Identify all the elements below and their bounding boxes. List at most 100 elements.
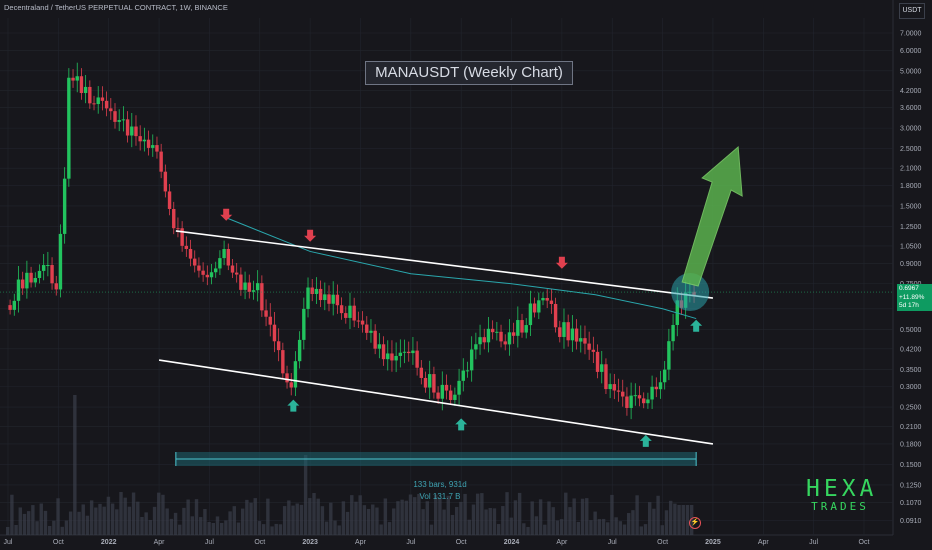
volume-bar xyxy=(643,524,648,535)
candle-body xyxy=(662,369,667,383)
volume-bar xyxy=(186,499,190,535)
candle-body xyxy=(432,374,436,393)
volume-bar xyxy=(232,506,236,535)
volume-bar xyxy=(354,501,358,535)
candle-body xyxy=(339,305,344,314)
candle-body xyxy=(255,283,260,291)
candle-body xyxy=(612,384,617,391)
volume-bar xyxy=(597,519,602,535)
candle-body xyxy=(272,324,277,342)
volume-bar xyxy=(337,525,341,535)
volume-bar xyxy=(627,513,631,535)
candle-body xyxy=(167,191,172,209)
candle-body xyxy=(20,279,25,289)
current-price-timer: 5d 17h xyxy=(899,302,919,309)
volume-bar xyxy=(585,498,589,535)
candle-body xyxy=(79,76,84,94)
volume-bar xyxy=(501,506,505,535)
y-tick-label: 0.9000 xyxy=(900,261,922,268)
volume-bar xyxy=(64,520,69,535)
volume-bar xyxy=(387,522,392,535)
volume-bar xyxy=(576,521,581,535)
event-icon[interactable]: ⚡ xyxy=(689,517,701,529)
volume-bar xyxy=(614,517,618,535)
volume-bar xyxy=(253,498,257,535)
y-tick-label: 3.6000 xyxy=(900,105,922,112)
candle-body xyxy=(25,272,29,289)
candle-body xyxy=(83,86,88,94)
candle-body xyxy=(71,77,75,81)
volume-bar xyxy=(31,505,35,535)
candle-body xyxy=(188,248,193,259)
candle-body xyxy=(100,97,105,101)
candle-body xyxy=(369,330,373,333)
candle-body xyxy=(302,308,306,340)
volume-bar xyxy=(459,501,463,535)
volume-bar xyxy=(278,524,283,535)
candle-body xyxy=(390,353,394,361)
candle-body xyxy=(356,320,361,322)
candle-body xyxy=(109,108,113,112)
y-tick-label: 0.2500 xyxy=(900,405,922,412)
candle-body xyxy=(125,119,130,136)
volume-bar xyxy=(295,503,299,535)
candle-body xyxy=(293,361,298,388)
candle-body xyxy=(524,325,528,333)
volume-bar xyxy=(538,499,543,535)
volume-bar xyxy=(635,495,639,535)
volume-bar xyxy=(400,499,404,535)
volume-bar xyxy=(203,509,207,535)
candle-body xyxy=(197,265,201,271)
measure-range-info: 133 bars, 931d Vol 131.7 B xyxy=(384,479,496,503)
candle-body xyxy=(625,396,629,408)
candle-body xyxy=(537,300,541,313)
arrow-down-marker-icon xyxy=(555,256,568,269)
candle-body xyxy=(520,320,524,333)
candle-body xyxy=(469,349,474,371)
volume-bar xyxy=(236,522,241,535)
candle-body xyxy=(478,337,482,345)
volume-bar xyxy=(140,517,144,535)
candle-body xyxy=(222,249,226,259)
candle-body xyxy=(604,364,608,390)
volume-bar xyxy=(182,507,186,535)
candle-body xyxy=(54,283,58,290)
candle-body xyxy=(558,327,562,337)
volume-bar xyxy=(52,520,56,535)
candle-body xyxy=(214,268,218,273)
candle-body xyxy=(260,283,264,311)
volume-bar xyxy=(127,506,132,535)
volume-bar xyxy=(249,502,253,535)
volume-bar xyxy=(631,510,635,535)
volume-bar xyxy=(85,515,90,535)
candle-body xyxy=(239,274,243,290)
volume-bar xyxy=(668,500,673,535)
candle-body xyxy=(331,294,335,304)
volume-bar xyxy=(190,516,195,535)
candle-body xyxy=(499,331,503,342)
volume-bar xyxy=(350,495,354,535)
currency-button[interactable]: USDT xyxy=(899,3,925,19)
volume-bar xyxy=(245,499,249,535)
candle-body xyxy=(12,300,16,310)
candle-body xyxy=(205,274,210,278)
volume-bar xyxy=(320,506,325,535)
volume-bar xyxy=(438,497,442,535)
volume-bar xyxy=(312,493,316,535)
volume-bar xyxy=(136,501,140,535)
volume-bar xyxy=(559,519,564,535)
volume-bar xyxy=(543,524,547,535)
volume-bar xyxy=(102,506,106,535)
volume-bar xyxy=(35,521,39,535)
candle-body xyxy=(423,377,428,388)
volume-bar xyxy=(492,508,497,535)
x-tick-label: 2024 xyxy=(504,539,520,546)
volume-bar xyxy=(601,518,606,535)
candle-body xyxy=(591,349,596,352)
volume-bar xyxy=(18,507,22,535)
candle-body xyxy=(146,139,151,148)
candle-body xyxy=(41,265,46,271)
volume-bar xyxy=(228,511,232,535)
arrow-up-marker-icon xyxy=(639,434,652,447)
candle-body xyxy=(474,344,478,350)
